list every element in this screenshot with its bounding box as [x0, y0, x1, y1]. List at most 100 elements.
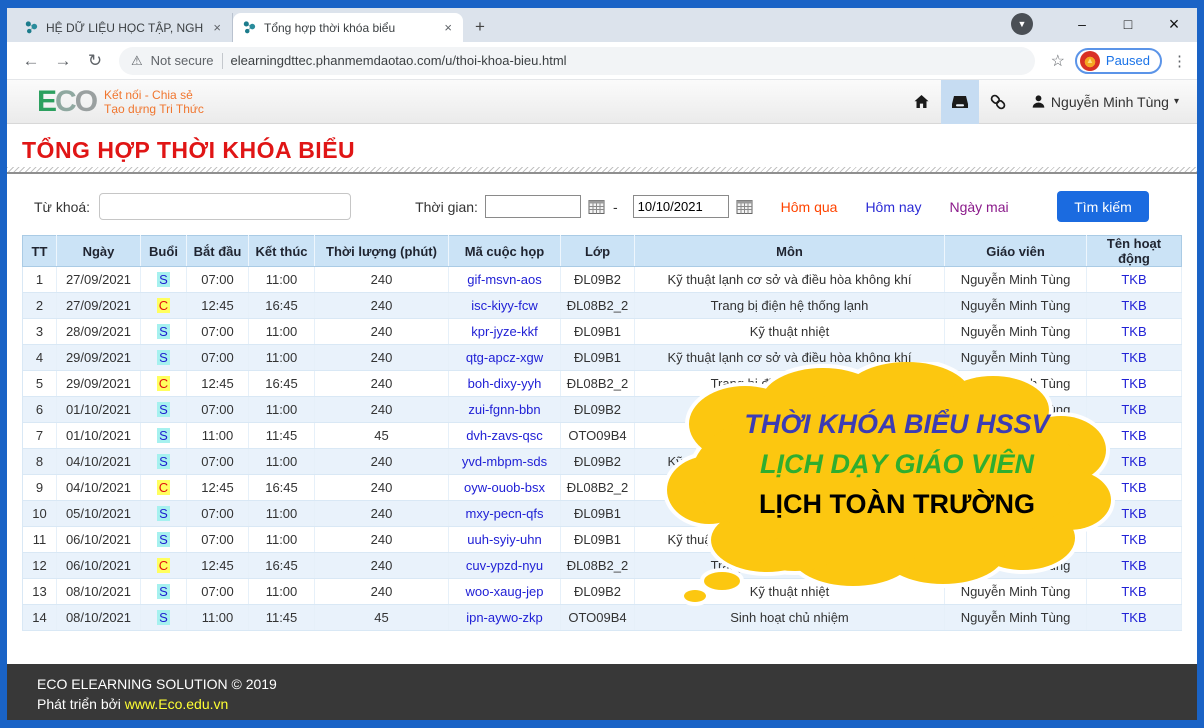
activity-tkb-link[interactable]: TKB: [1121, 506, 1146, 521]
row-index: 6: [23, 397, 57, 423]
row-meeting-code: mxy-pecn-qfs: [449, 501, 561, 527]
activity-tkb-link[interactable]: TKB: [1121, 558, 1146, 573]
device-button[interactable]: [941, 80, 979, 124]
meeting-code-link[interactable]: isc-kiyy-fcw: [471, 298, 537, 313]
row-session: S: [141, 579, 187, 605]
browser-menu-icon[interactable]: ⋮: [1172, 52, 1187, 70]
activity-tkb-link[interactable]: TKB: [1121, 532, 1146, 547]
security-label[interactable]: Not secure: [151, 53, 214, 68]
profile-avatar: ▲: [1080, 51, 1100, 71]
activity-tkb-link[interactable]: TKB: [1121, 428, 1146, 443]
session-badge: S: [157, 272, 170, 287]
maximize-button[interactable]: □: [1105, 9, 1151, 39]
logo-tagline-1: Kết nối - Chia sẻ: [104, 88, 204, 102]
calendar-icon: [736, 199, 753, 215]
activity-tkb-link[interactable]: TKB: [1121, 584, 1146, 599]
site-header: ECO Kết nối - Chia sẻ Tạo dựng Tri Thức: [7, 80, 1197, 124]
row-end: 11:00: [249, 397, 315, 423]
reload-icon[interactable]: ↻: [81, 51, 109, 71]
activity-tkb-link[interactable]: TKB: [1121, 480, 1146, 495]
meeting-code-link[interactable]: zui-fgnn-bbn: [468, 402, 540, 417]
activity-tkb-link[interactable]: TKB: [1121, 298, 1146, 313]
activity-tkb-link[interactable]: TKB: [1121, 402, 1146, 417]
row-session: S: [141, 319, 187, 345]
meeting-code-link[interactable]: qtg-apcz-xgw: [466, 350, 543, 365]
footer-credit-link[interactable]: www.Eco.edu.vn: [125, 696, 229, 712]
tab-close-icon[interactable]: ×: [442, 20, 454, 35]
quick-link-yesterday[interactable]: Hôm qua: [781, 199, 838, 215]
calendar-to-button[interactable]: [736, 199, 753, 215]
meeting-code-link[interactable]: cuv-ypzd-nyu: [466, 558, 543, 573]
row-class: ĐL09B1: [561, 527, 635, 553]
row-date: 27/09/2021: [57, 293, 141, 319]
row-class: OTO09B4: [561, 423, 635, 449]
site-favicon: [24, 20, 39, 35]
minimize-button[interactable]: –: [1059, 9, 1105, 39]
home-button[interactable]: [903, 80, 941, 124]
row-date: 28/09/2021: [57, 319, 141, 345]
activity-tkb-link[interactable]: TKB: [1121, 272, 1146, 287]
row-teacher: Nguyễn Minh Tùng: [945, 293, 1087, 319]
back-icon[interactable]: ←: [17, 51, 45, 71]
table-row: 328/09/2021S07:0011:00240kpr-jyze-kkfĐL0…: [23, 319, 1182, 345]
session-badge: S: [157, 350, 170, 365]
activity-tkb-link[interactable]: TKB: [1121, 376, 1146, 391]
date-from-input[interactable]: [485, 195, 581, 218]
home-icon: [913, 94, 930, 110]
activity-tkb-link[interactable]: TKB: [1121, 454, 1146, 469]
meeting-code-link[interactable]: ipn-aywo-zkp: [466, 610, 543, 625]
search-button[interactable]: Tìm kiếm: [1057, 191, 1149, 222]
row-activity: TKB: [1087, 293, 1182, 319]
row-session: C: [141, 475, 187, 501]
activity-tkb-link[interactable]: TKB: [1121, 610, 1146, 625]
new-tab-button[interactable]: +: [475, 17, 485, 37]
meeting-code-link[interactable]: yvd-mbpm-sds: [462, 454, 547, 469]
meeting-code-link[interactable]: boh-dixy-yyh: [468, 376, 542, 391]
row-subject: Kỹ thuật lạnh cơ sở và điều hòa không kh…: [635, 267, 945, 293]
activity-tkb-link[interactable]: TKB: [1121, 324, 1146, 339]
bookmark-star-icon[interactable]: ☆: [1051, 51, 1065, 71]
row-duration: 240: [315, 345, 449, 371]
row-duration: 240: [315, 449, 449, 475]
address-bar[interactable]: ⚠ Not secure elearningdttec.phanmemdaota…: [119, 47, 1035, 75]
sync-paused-badge[interactable]: ▲ Paused: [1075, 48, 1162, 74]
row-start: 12:45: [187, 553, 249, 579]
session-badge: S: [157, 428, 170, 443]
user-icon: [1031, 94, 1046, 109]
meeting-code-link[interactable]: gif-msvn-aos: [467, 272, 541, 287]
meeting-code-link[interactable]: woo-xaug-jep: [465, 584, 543, 599]
date-to-input[interactable]: [633, 195, 729, 218]
activity-tkb-link[interactable]: TKB: [1121, 350, 1146, 365]
row-duration: 45: [315, 605, 449, 631]
row-duration: 240: [315, 267, 449, 293]
link-button[interactable]: [979, 80, 1017, 124]
quick-link-tomorrow[interactable]: Ngày mai: [949, 199, 1008, 215]
browser-tab-active[interactable]: Tổng hợp thời khóa biểu ×: [233, 13, 463, 42]
session-badge: C: [157, 376, 170, 391]
browser-update-icon[interactable]: ▼: [1011, 13, 1033, 35]
time-label: Thời gian:: [415, 199, 478, 215]
row-start: 07:00: [187, 397, 249, 423]
tab-close-icon[interactable]: ×: [211, 20, 223, 35]
eco-logo[interactable]: ECO Kết nối - Chia sẻ Tạo dựng Tri Thức: [37, 87, 204, 117]
close-button[interactable]: ×: [1151, 9, 1197, 39]
col-header-subject: Môn: [635, 236, 945, 267]
meeting-code-link[interactable]: mxy-pecn-qfs: [465, 506, 543, 521]
user-name: Nguyễn Minh Tùng: [1051, 94, 1169, 110]
meeting-code-link[interactable]: oyw-ouob-bsx: [464, 480, 545, 495]
meeting-code-link[interactable]: kpr-jyze-kkf: [471, 324, 537, 339]
url-text[interactable]: elearningdttec.phanmemdaotao.com/u/thoi-…: [231, 53, 567, 68]
row-date: 05/10/2021: [57, 501, 141, 527]
quick-link-today[interactable]: Hôm nay: [865, 199, 921, 215]
row-date: 06/10/2021: [57, 527, 141, 553]
browser-tab-inactive[interactable]: HỆ DỮ LIỆU HỌC TẬP, NGHIÊN C ×: [15, 13, 233, 42]
paused-label: Paused: [1106, 53, 1150, 68]
calendar-from-button[interactable]: [588, 199, 605, 215]
user-menu[interactable]: Nguyễn Minh Tùng ▾: [1031, 94, 1179, 110]
meeting-code-link[interactable]: uuh-syiy-uhn: [467, 532, 541, 547]
forward-icon[interactable]: →: [49, 51, 77, 71]
session-badge: C: [157, 298, 170, 313]
row-duration: 240: [315, 501, 449, 527]
meeting-code-link[interactable]: dvh-zavs-qsc: [466, 428, 543, 443]
keyword-input[interactable]: [99, 193, 351, 220]
